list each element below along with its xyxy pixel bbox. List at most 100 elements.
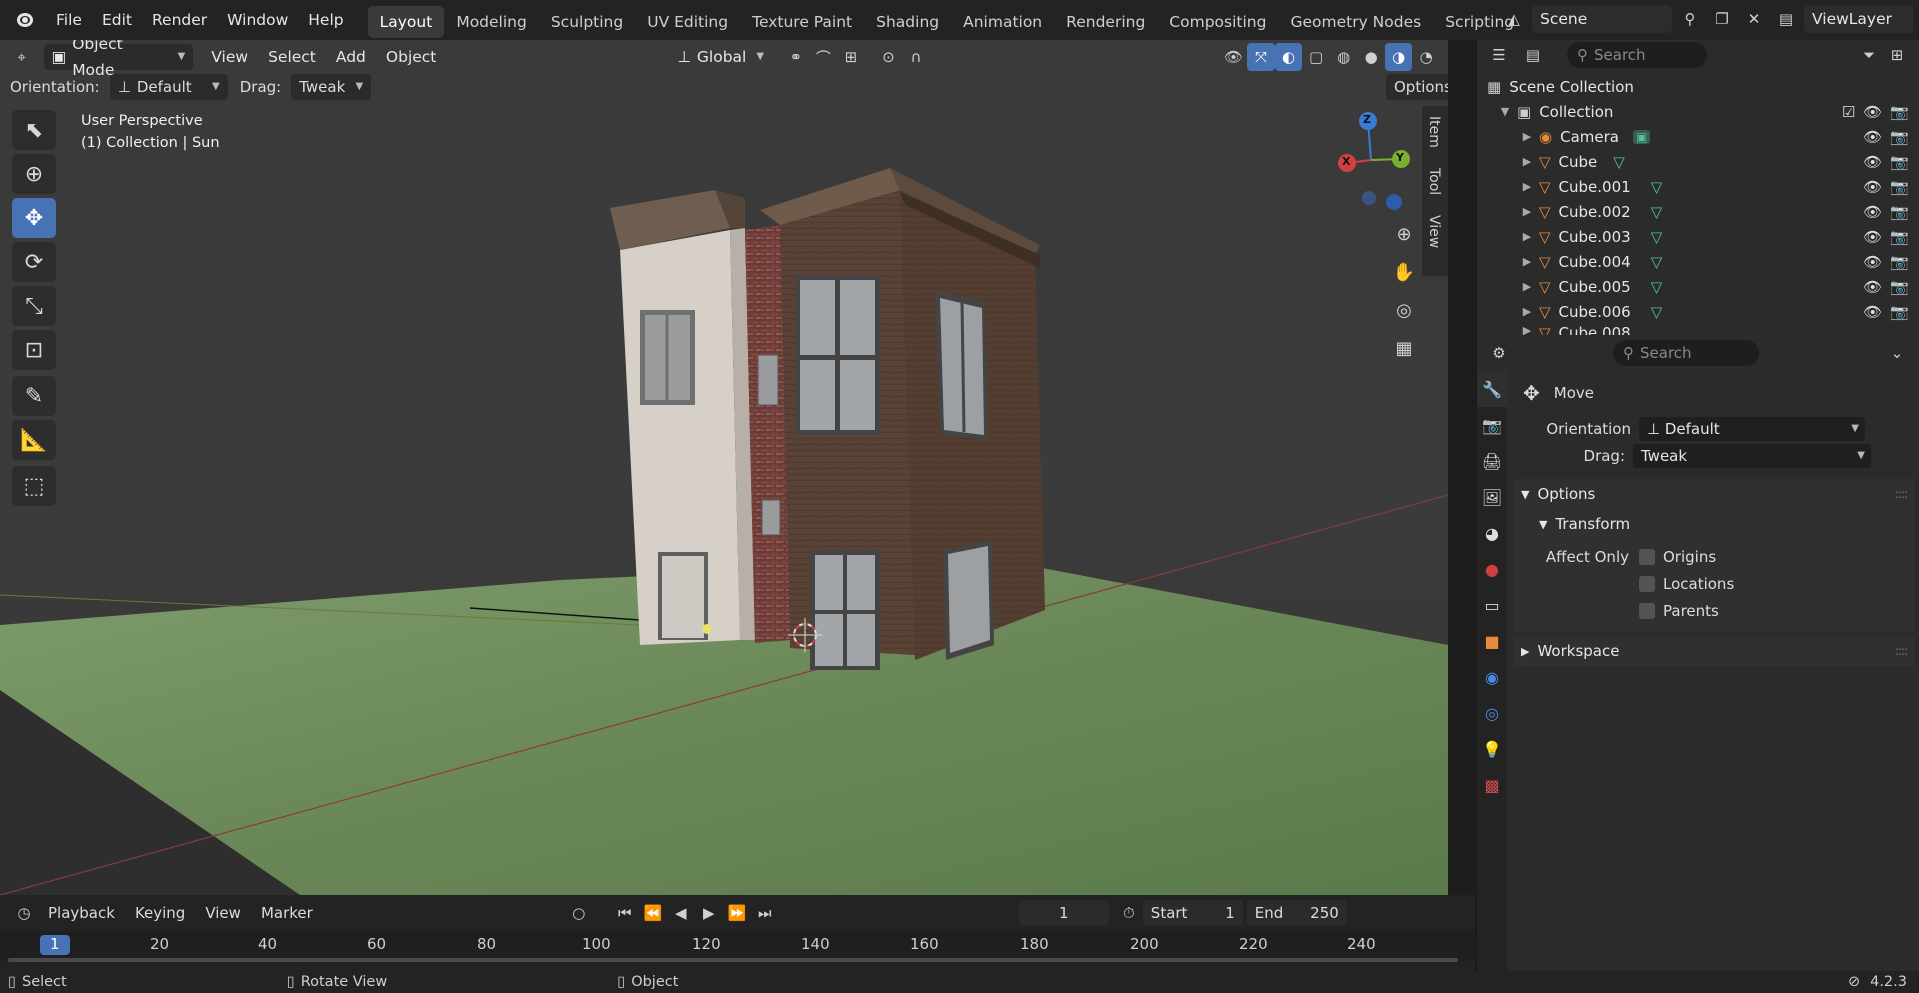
- scene-icon[interactable]: ◭: [1500, 5, 1528, 33]
- camera-icon[interactable]: 📷: [1890, 178, 1909, 196]
- list-item[interactable]: ▶ ▽ Cube.005 ▽ 👁 📷: [1487, 274, 1919, 299]
- view-layer-icon[interactable]: ▤: [1772, 5, 1800, 33]
- current-frame-field[interactable]: 1: [1018, 900, 1109, 926]
- sun-light-icon[interactable]: [702, 624, 712, 634]
- outliner-search-input[interactable]: ⚲ Search: [1567, 42, 1707, 68]
- texture-tab-icon[interactable]: ▩: [1477, 767, 1507, 803]
- locations-checkbox[interactable]: [1639, 575, 1655, 592]
- camera-icon[interactable]: 📷: [1890, 153, 1909, 171]
- chevron-down-icon[interactable]: ▼: [1497, 105, 1513, 118]
- menu-edit[interactable]: Edit: [92, 0, 142, 40]
- blender-logo-icon[interactable]: [12, 8, 36, 32]
- tab-item[interactable]: Item: [1422, 106, 1446, 158]
- pan-hand-icon[interactable]: ✋: [1390, 253, 1418, 291]
- list-item[interactable]: ▶ ◉ Camera ▣ 👁 📷: [1487, 124, 1919, 149]
- drag-handle-icon[interactable]: ::::: [1895, 644, 1908, 658]
- transform-icon[interactable]: ⊡: [12, 330, 56, 370]
- tab-texture-paint[interactable]: Texture Paint: [740, 6, 864, 38]
- proportional-icon[interactable]: ⊙: [875, 43, 903, 71]
- checkbox-icon[interactable]: ☑: [1842, 103, 1855, 121]
- camera-icon[interactable]: 📷: [1890, 203, 1909, 221]
- rendered-shading-icon[interactable]: ◔: [1412, 43, 1440, 71]
- outliner-editor-icon[interactable]: ☰: [1485, 41, 1513, 69]
- mode-dropdown[interactable]: ▣ Object Mode ▼: [43, 40, 194, 79]
- annotate-icon[interactable]: ✎: [12, 376, 56, 416]
- list-item[interactable]: ▶ ▽ Cube.001 ▽ 👁 📷: [1487, 174, 1919, 199]
- solid-shading-icon[interactable]: ●: [1357, 43, 1385, 71]
- tab-animation[interactable]: Animation: [951, 6, 1054, 38]
- move-icon[interactable]: ✥: [12, 198, 56, 238]
- drag-dropdown[interactable]: Tweak ▼: [1633, 443, 1871, 468]
- physics-tab-icon[interactable]: ◎: [1477, 695, 1507, 731]
- measure-icon[interactable]: 📐: [12, 420, 56, 460]
- play-reverse-icon[interactable]: ◀: [667, 899, 695, 927]
- orientation-dropdown[interactable]: ⊥ Default ▼: [109, 74, 228, 100]
- scene-tab-icon[interactable]: ◕: [1477, 515, 1507, 551]
- tab-compositing[interactable]: Compositing: [1157, 6, 1278, 38]
- material-shading-icon[interactable]: ◑: [1384, 43, 1413, 71]
- menu-render[interactable]: Render: [142, 0, 217, 40]
- list-item[interactable]: ▶ ▽ Cube.004 ▽ 👁 📷: [1487, 249, 1919, 274]
- camera-icon[interactable]: 📷: [1890, 253, 1909, 271]
- tab-layout[interactable]: Layout: [367, 6, 445, 38]
- marker-menu[interactable]: Marker: [251, 904, 323, 922]
- tab-uv-editing[interactable]: UV Editing: [635, 6, 740, 38]
- chevron-right-icon[interactable]: ▶: [1519, 280, 1535, 293]
- add-cube-icon[interactable]: ⬚: [12, 466, 56, 506]
- prev-key-icon[interactable]: ⏪: [639, 899, 667, 927]
- tab-sculpting[interactable]: Sculpting: [539, 6, 635, 38]
- timeline-editor-icon[interactable]: ◷: [10, 899, 38, 927]
- playback-menu[interactable]: Playback: [38, 904, 125, 922]
- gizmo-toggle-icon[interactable]: ⤧: [1247, 43, 1275, 71]
- drag-dropdown[interactable]: Tweak ▼: [291, 74, 372, 100]
- properties-editor-icon[interactable]: ⚙: [1485, 339, 1513, 367]
- tab-modeling[interactable]: Modeling: [444, 6, 539, 38]
- menu-select[interactable]: Select: [258, 48, 326, 66]
- camera-icon[interactable]: 📷: [1890, 303, 1909, 321]
- object-tab-icon[interactable]: ■: [1477, 623, 1507, 659]
- camera-view-icon[interactable]: ◎: [1390, 291, 1418, 329]
- overlay-toggle-icon[interactable]: ◐: [1274, 43, 1303, 71]
- chevron-down-icon[interactable]: ⌄: [1883, 339, 1911, 367]
- editor-type-icon[interactable]: ⌖: [8, 43, 36, 71]
- jump-start-icon[interactable]: ⏮: [611, 899, 639, 927]
- chevron-right-icon[interactable]: ▶: [1519, 155, 1535, 168]
- menu-add[interactable]: Add: [326, 48, 376, 66]
- collection-row[interactable]: ▼ ▣ Collection ☑ 👁 📷: [1487, 99, 1919, 124]
- stopwatch-icon[interactable]: ⏱: [1115, 899, 1143, 927]
- scene-name-field[interactable]: Scene: [1532, 5, 1672, 33]
- delete-scene-icon[interactable]: ✕: [1740, 5, 1768, 33]
- list-item[interactable]: ▶ ▽ Cube ▽ 👁 📷: [1487, 149, 1919, 174]
- 3d-viewport[interactable]: Z X Y ⊕ ✋ ◎ ▦ ⌖ ▣ Object Mode ▼ View Sele…: [0, 40, 1448, 895]
- orientation-dropdown[interactable]: ⊥ Default ▼: [1639, 416, 1865, 441]
- tab-tool[interactable]: Tool: [1422, 158, 1446, 205]
- eye-icon[interactable]: 👁: [1863, 253, 1882, 271]
- transform-orientation-dropdown[interactable]: ⊥ Global ▼: [669, 44, 772, 70]
- snap-target-icon[interactable]: ⊞: [837, 43, 865, 71]
- end-frame-field[interactable]: End 250: [1246, 900, 1347, 926]
- collection-tab-icon[interactable]: ▭: [1477, 587, 1507, 623]
- output-tab-icon[interactable]: 🖨: [1477, 443, 1507, 479]
- parents-checkbox[interactable]: [1639, 602, 1655, 619]
- chevron-right-icon[interactable]: ▶: [1519, 305, 1535, 318]
- origins-checkbox[interactable]: [1639, 548, 1655, 565]
- list-item[interactable]: ▶ ▽ Cube.002 ▽ 👁 📷: [1487, 199, 1919, 224]
- data-tab-icon[interactable]: 💡: [1477, 731, 1507, 767]
- tab-shading[interactable]: Shading: [864, 6, 951, 38]
- transform-subpanel-header[interactable]: ▼ Transform: [1513, 509, 1915, 539]
- eye-icon[interactable]: 👁: [1863, 278, 1882, 296]
- start-frame-field[interactable]: Start 1: [1142, 900, 1243, 926]
- xray-icon[interactable]: ▢: [1302, 43, 1330, 71]
- options-dropdown[interactable]: Options▼: [1386, 74, 1448, 100]
- menu-help[interactable]: Help: [298, 0, 353, 40]
- gizmo-neg-z-icon[interactable]: [1386, 194, 1402, 210]
- camera-icon[interactable]: 📷: [1890, 228, 1909, 246]
- new-collection-icon[interactable]: ⊞: [1883, 41, 1911, 69]
- tab-rendering[interactable]: Rendering: [1054, 6, 1157, 38]
- frame-ruler[interactable]: 1 20 40 60 80 100 120 140 160 180 200 22…: [0, 931, 1475, 962]
- camera-icon[interactable]: 📷: [1890, 278, 1909, 296]
- pin-icon[interactable]: ⚲: [1676, 5, 1704, 33]
- camera-icon[interactable]: 📷: [1890, 103, 1909, 121]
- chevron-right-icon[interactable]: ▶: [1519, 230, 1535, 243]
- chevron-right-icon[interactable]: ▶: [1519, 205, 1535, 218]
